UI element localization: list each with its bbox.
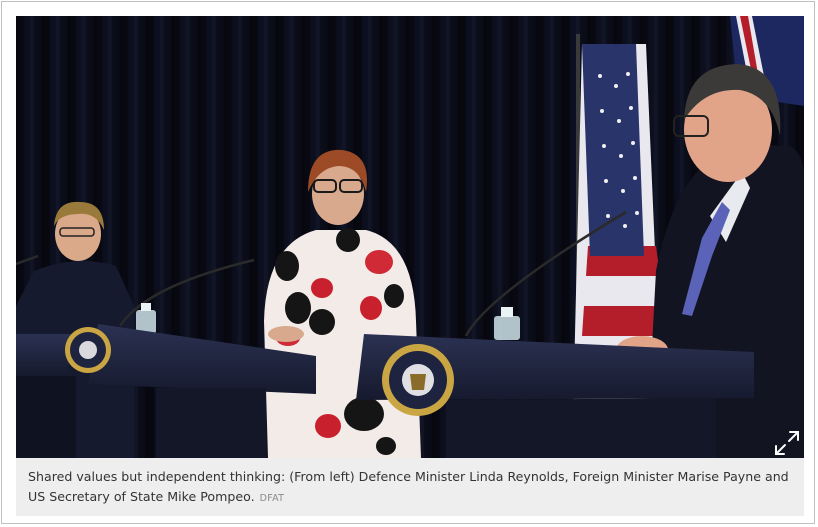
figure-caption: Shared values but independent thinking: … [16, 458, 804, 516]
caption-text: Shared values but independent thinking: … [28, 469, 789, 504]
expand-icon[interactable] [772, 428, 802, 458]
article-figure: Shared values but independent thinking: … [1, 1, 815, 524]
press-conference-photo [16, 16, 804, 458]
photo-credit: DFAT [259, 493, 285, 504]
